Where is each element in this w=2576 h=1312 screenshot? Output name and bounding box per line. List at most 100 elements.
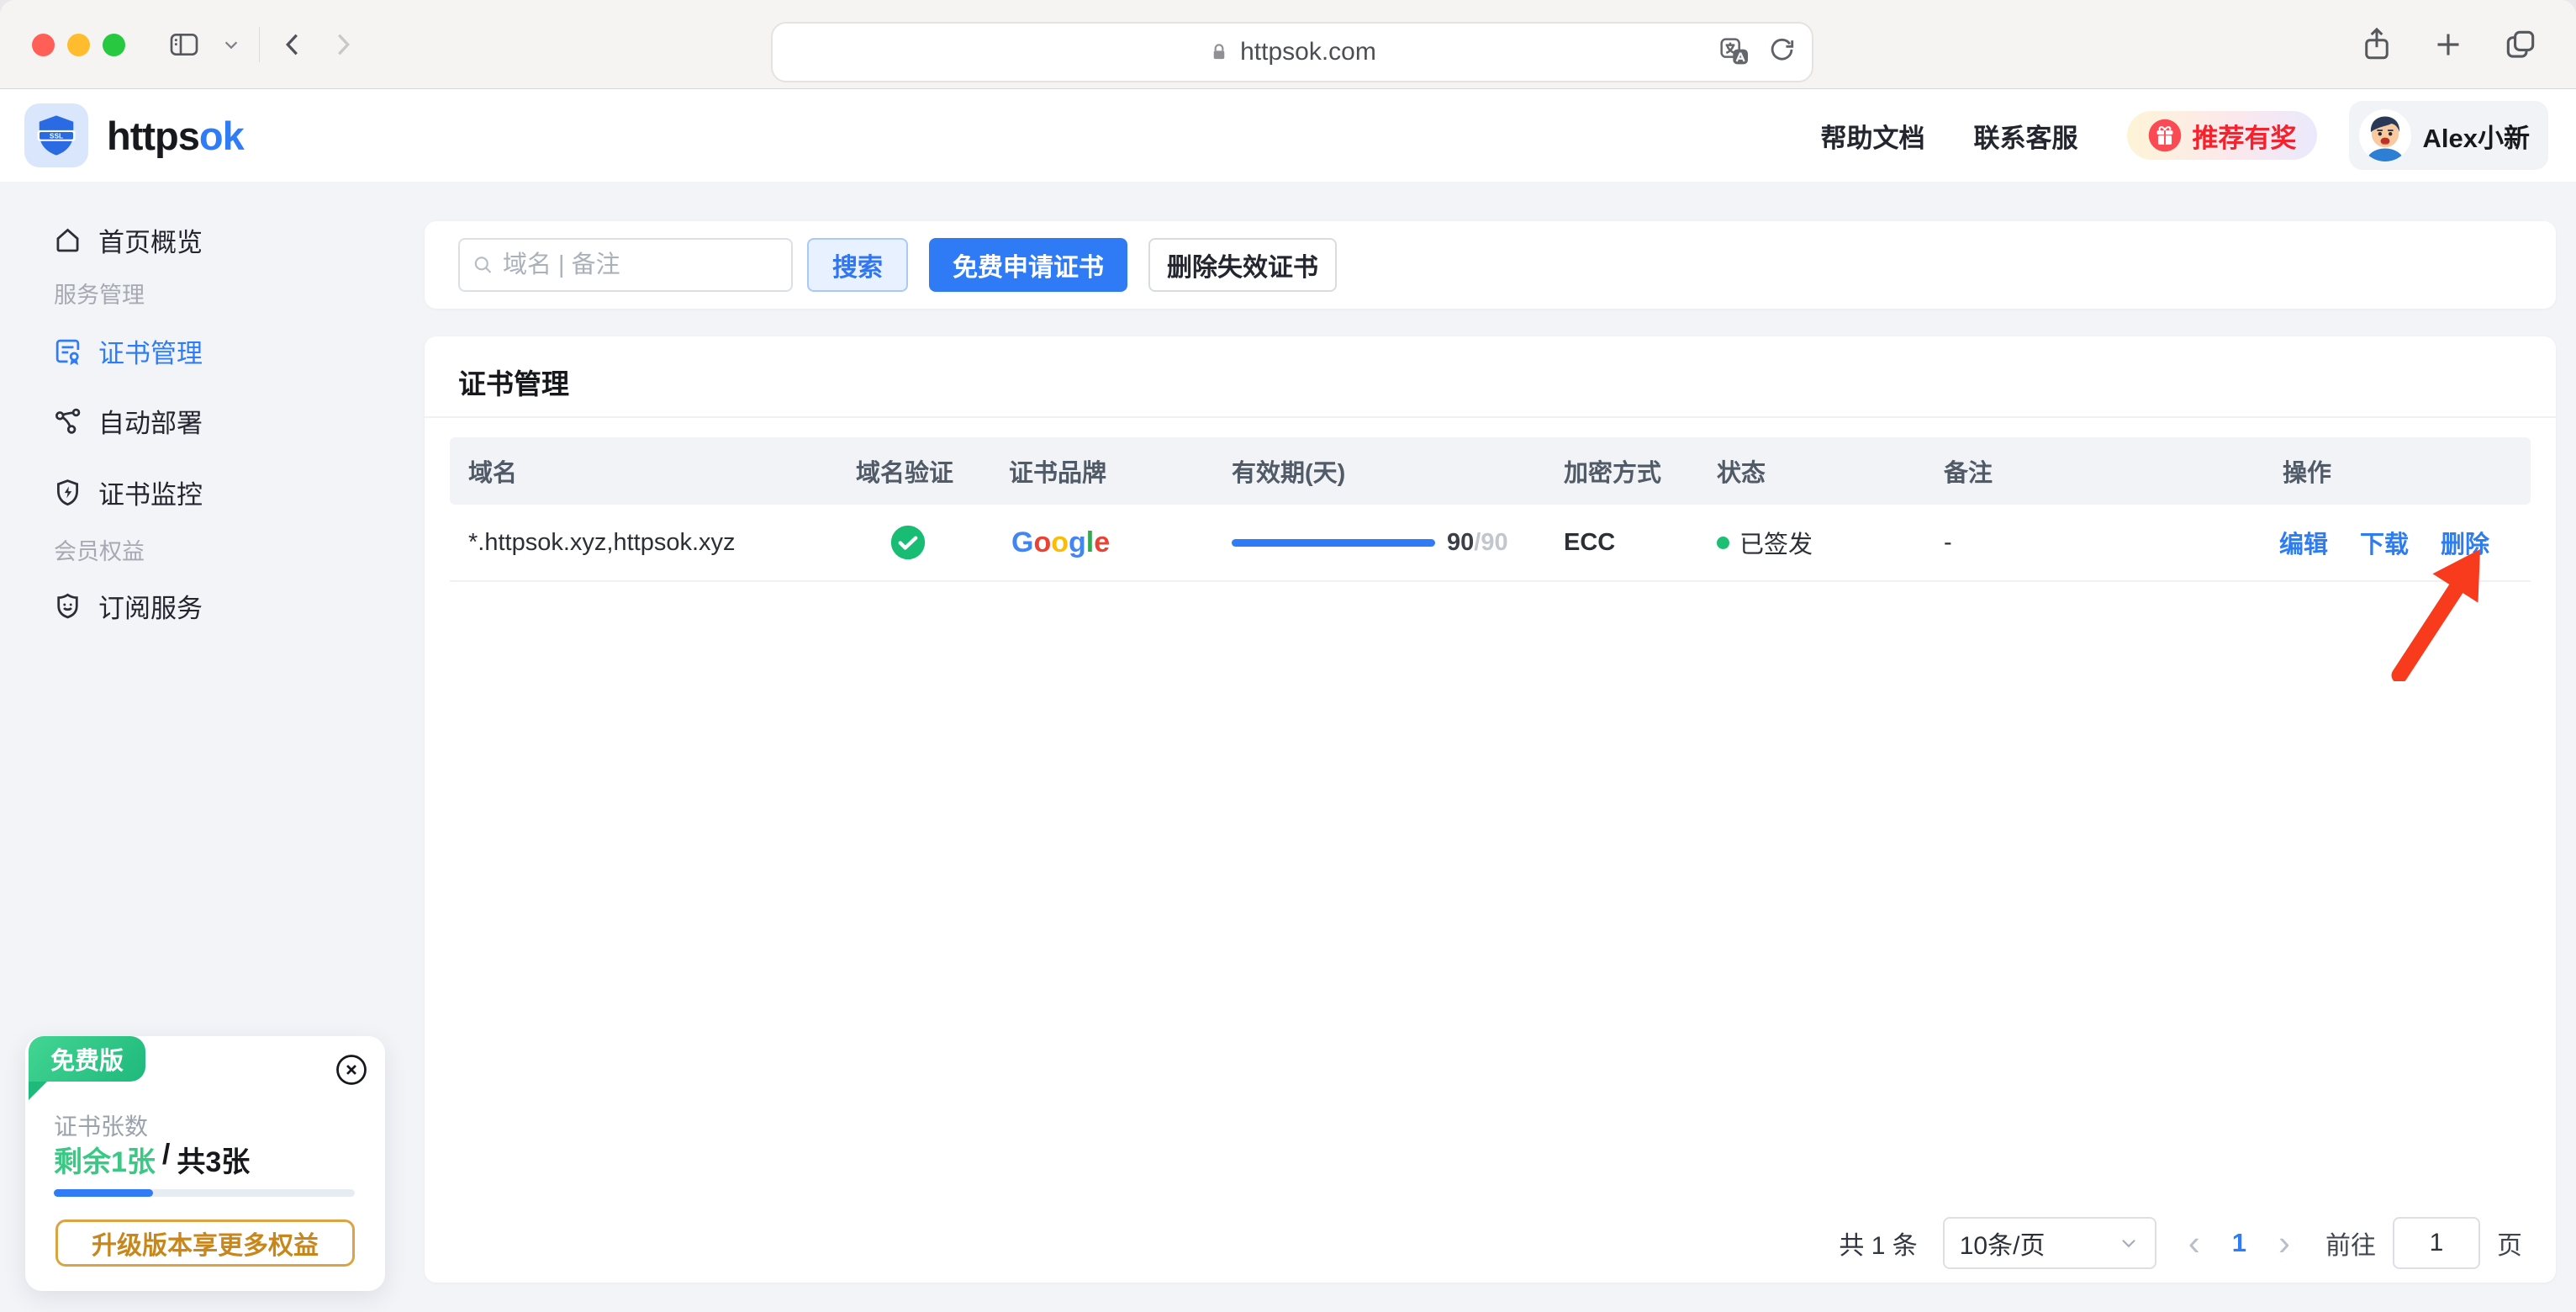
search-input[interactable] — [503, 251, 779, 279]
pagination-total: 共 1 条 — [1839, 1225, 1917, 1262]
toolbar-divider — [259, 27, 260, 62]
home-icon — [52, 225, 83, 256]
share-icon[interactable] — [2359, 25, 2394, 64]
sidebar-item-certificate-management[interactable]: 证书管理 — [52, 326, 203, 375]
zoom-window-button[interactable] — [103, 34, 125, 56]
page-size-value: 10条/页 — [1960, 1225, 2045, 1262]
search-button[interactable]: 搜索 — [807, 238, 908, 292]
user-name: Alex小新 — [2423, 117, 2530, 155]
tab-overview-icon[interactable] — [2502, 26, 2539, 63]
sidebar-toggle-icon[interactable] — [165, 28, 203, 61]
certificate-count-value: 剩余1张 / 共3张 — [54, 1139, 250, 1180]
site-header: SSL httpsok 帮助文档 联系客服 推荐有奖 — [0, 89, 2576, 182]
plan-card: 免费版 证书张数 剩余1张 / 共3张 升级版本享更多权益 — [25, 1036, 385, 1291]
col-domain: 域名 — [468, 437, 517, 505]
page-size-select[interactable]: 10条/页 — [1943, 1217, 2156, 1269]
col-status: 状态 — [1717, 437, 1766, 505]
sidebar-section-member-benefits: 会员权益 — [54, 534, 145, 564]
sidebar: 首页概览 服务管理 证书管理 自动部署 — [0, 182, 425, 1312]
col-encryption: 加密方式 — [1564, 437, 1661, 505]
col-verification: 域名验证 — [856, 437, 953, 505]
deploy-nodes-icon — [52, 405, 83, 436]
avatar — [2359, 109, 2411, 161]
status-text: 已签发 — [1739, 525, 1813, 560]
address-bar-tools — [1718, 24, 1798, 81]
address-bar[interactable]: httpsok.com — [771, 22, 1813, 82]
new-tab-icon[interactable] — [2431, 28, 2465, 61]
sidebar-item-label: 首页概览 — [98, 221, 203, 259]
verified-check-icon — [889, 505, 926, 580]
nav-contact-support[interactable]: 联系客服 — [1974, 117, 2078, 155]
upgrade-button[interactable]: 升级版本享更多权益 — [55, 1219, 355, 1267]
next-page-button[interactable]: › — [2278, 1225, 2290, 1261]
delete-link[interactable]: 删除 — [2441, 525, 2489, 560]
window-controls — [32, 34, 125, 56]
certificate-count-label: 证书张数 — [54, 1108, 148, 1142]
referral-reward-label: 推荐有奖 — [2193, 117, 2297, 155]
table-header: 域名 域名验证 证书品牌 有效期(天) 加密方式 状态 备注 操作 — [450, 437, 2531, 505]
browser-actions — [2359, 0, 2539, 88]
nav-help-docs[interactable]: 帮助文档 — [1821, 117, 1925, 155]
count-separator: / — [162, 1139, 170, 1180]
sidebar-item-label: 订阅服务 — [98, 587, 203, 625]
card-divider — [425, 416, 2556, 418]
sidebar-item-auto-deploy[interactable]: 自动部署 — [52, 396, 203, 445]
table-row: *.httpsok.xyz,httpsok.xyz Google 90 /90 … — [450, 505, 2531, 582]
minimize-window-button[interactable] — [67, 34, 90, 56]
cell-remark: - — [1944, 505, 1952, 580]
prev-page-button[interactable]: ‹ — [2188, 1225, 2200, 1261]
search-icon — [472, 252, 494, 278]
translate-icon[interactable] — [1718, 35, 1751, 69]
forward-icon[interactable] — [327, 29, 357, 60]
sidebar-section-service-management: 服务管理 — [54, 278, 145, 308]
close-icon[interactable] — [333, 1051, 370, 1088]
col-actions: 操作 — [2283, 437, 2331, 505]
sidebar-chevron-icon[interactable] — [222, 35, 240, 54]
validity-total: /90 — [1474, 529, 1507, 557]
main-content: 搜索 免费申请证书 删除失效证书 证书管理 域名 域名验证 证书品牌 有效期(天… — [425, 182, 2576, 1312]
brand-logo: SSL — [24, 103, 88, 167]
sidebar-item-label: 自动部署 — [98, 402, 203, 440]
edit-link[interactable]: 编辑 — [2279, 525, 2328, 560]
page-body: 首页概览 服务管理 证书管理 自动部署 — [0, 182, 2576, 1312]
back-icon[interactable] — [278, 29, 309, 60]
toolbar-card: 搜索 免费申请证书 删除失效证书 — [425, 221, 2556, 309]
sidebar-item-label: 证书监控 — [98, 473, 203, 511]
brand-text-accent: ok — [199, 113, 244, 159]
download-link[interactable]: 下载 — [2360, 525, 2409, 560]
sidebar-item-home-overview[interactable]: 首页概览 — [52, 215, 203, 264]
cell-status: 已签发 — [1717, 505, 1813, 580]
goto-page-input[interactable] — [2393, 1217, 2480, 1269]
address-url: httpsok.com — [1240, 38, 1376, 66]
page-unit-label: 页 — [2497, 1225, 2522, 1262]
validity-current: 90 — [1447, 529, 1474, 557]
certificate-card: 证书管理 域名 域名验证 证书品牌 有效期(天) 加密方式 状态 备注 操作 *… — [425, 336, 2556, 1283]
chevron-down-icon — [2118, 1232, 2140, 1254]
brand-text-dark: https — [107, 113, 199, 159]
status-dot-icon — [1717, 537, 1729, 549]
close-window-button[interactable] — [32, 34, 55, 56]
cell-encryption: ECC — [1564, 505, 1615, 580]
page-number-1[interactable]: 1 — [2232, 1228, 2246, 1258]
smile-badge-icon — [52, 590, 83, 622]
referral-reward-badge[interactable]: 推荐有奖 — [2127, 111, 2317, 160]
reload-icon[interactable] — [1766, 36, 1798, 68]
browser-window: httpsok.com — [0, 0, 2576, 1312]
sidebar-item-certificate-monitoring[interactable]: 证书监控 — [52, 468, 203, 516]
shield-monitor-icon — [52, 477, 83, 508]
cell-domain: *.httpsok.xyz,httpsok.xyz — [468, 505, 736, 580]
delete-expired-button[interactable]: 删除失效证书 — [1148, 238, 1337, 292]
sidebar-item-subscription-service[interactable]: 订阅服务 — [52, 581, 203, 630]
plan-progress-track — [54, 1189, 355, 1197]
lock-icon — [1208, 40, 1230, 65]
validity-progress-bar — [1232, 539, 1435, 547]
apply-certificate-button[interactable]: 免费申请证书 — [929, 238, 1127, 292]
certificate-icon — [52, 336, 83, 367]
plan-progress-fill — [54, 1189, 153, 1197]
cell-actions: 编辑 下载 删除 — [2279, 505, 2489, 580]
col-brand: 证书品牌 — [1009, 437, 1106, 505]
total-count: 共3张 — [177, 1139, 250, 1180]
user-menu[interactable]: Alex小新 — [2349, 101, 2548, 170]
sidebar-item-label: 证书管理 — [98, 332, 203, 370]
brand-google: Google — [1011, 505, 1110, 580]
